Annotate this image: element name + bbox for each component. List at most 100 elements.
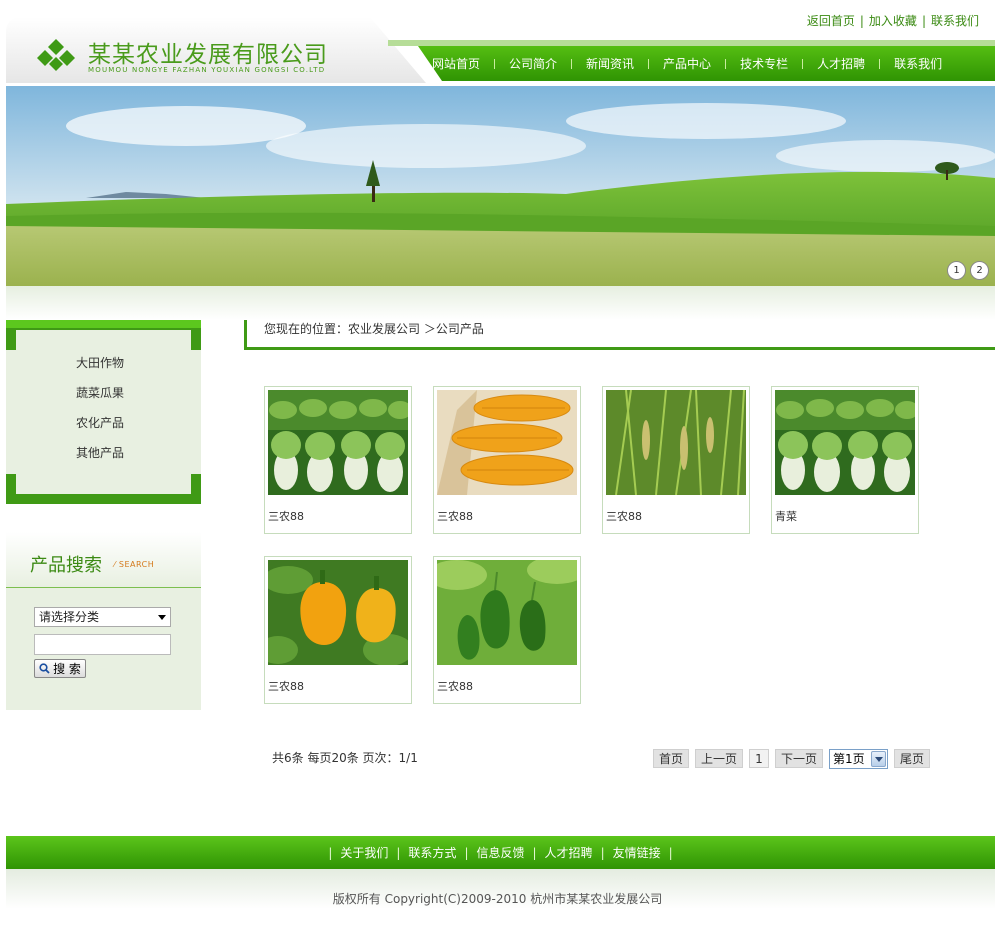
pager-select-value: 第1页 [833,752,865,766]
company-name: 某某农业发展有限公司 [88,42,328,68]
separator: | [668,845,673,860]
footer-link-jobs[interactable]: 人才招聘 [545,844,593,861]
logo[interactable]: 某某农业发展有限公司 MOUMOU NONGYE FAZHAN YOUXIAN … [6,17,426,83]
product-card[interactable]: 三农88 [433,556,581,704]
search-panel-title-en: ⁄ SEARCH [114,560,155,569]
product-image [775,390,915,495]
yellow-pepper-image [268,560,408,665]
green-pepper-image [437,560,577,665]
farmland-banner-image [6,86,995,286]
separator: | [328,845,333,860]
category-item[interactable]: 蔬菜瓜果 [76,384,124,414]
corn-image [437,390,577,495]
footer-link-about[interactable]: 关于我们 [340,844,388,861]
product-name: 三农88 [268,510,304,523]
nav-label: 公司简介 [509,57,558,71]
slide-dot[interactable]: 1 [947,261,966,280]
nav-item-about[interactable]: 公司简介 [509,55,557,72]
top-links: 返回首页 | 加入收藏 | 联系我们 [807,12,979,29]
slide-dot[interactable]: 2 [970,261,989,280]
rice-image [606,390,746,495]
separator: | [921,14,926,28]
footer-link-contact[interactable]: 联系方式 [408,844,456,861]
category-item[interactable]: 大田作物 [76,354,124,384]
product-image [437,560,577,665]
category-list: 大田作物 蔬菜瓜果 农化产品 其他产品 [76,354,124,474]
product-card[interactable]: 三农88 [602,386,750,534]
pager-current-page[interactable]: 1 [749,749,769,768]
product-image [606,390,746,495]
product-search-panel: 产品搜索 ⁄ SEARCH 请选择分类 搜 索 [6,532,201,710]
separator: | [532,845,537,860]
category-select-value: 请选择分类 [39,610,100,624]
keyword-input[interactable] [34,634,171,655]
category-select[interactable]: 请选择分类 [34,607,171,627]
nav-separator [865,58,894,69]
cabbage-image [775,390,915,495]
nav-item-news[interactable]: 新闻资讯 [586,55,634,72]
search-panel-header: 产品搜索 ⁄ SEARCH [6,532,201,588]
search-button[interactable]: 搜 索 [34,659,86,678]
nav-separator [480,58,509,69]
product-name: 三农88 [268,680,304,693]
separator: | [396,845,401,860]
top-link-home[interactable]: 返回首页 [807,14,855,28]
banner[interactable]: 1 2 [6,86,995,286]
cabbage-image [268,390,408,495]
nav-separator [711,58,740,69]
diamond-logo-icon [37,39,75,71]
nav-item-products[interactable]: 产品中心 [663,55,711,72]
product-name: 三农88 [437,680,473,693]
nav-item-tech[interactable]: 技术专栏 [740,55,788,72]
nav-item-jobs[interactable]: 人才招聘 [817,55,865,72]
nav-accent-line [388,40,995,46]
panel-notch [191,350,201,474]
nav-label: 联系我们 [894,57,943,71]
top-link-bookmark[interactable]: 加入收藏 [869,14,917,28]
product-image [437,390,577,495]
nav-separator [557,58,586,69]
banner-shadow-band [6,286,995,320]
nav-label: 技术专栏 [740,57,789,71]
pager-page-select[interactable]: 第1页 [829,749,888,769]
category-item[interactable]: 其他产品 [76,444,124,474]
nav-label: 人才招聘 [817,57,866,71]
pager-first-button[interactable]: 首页 [653,749,689,768]
nav-label: 新闻资讯 [586,57,635,71]
category-panel: 大田作物 蔬菜瓜果 农化产品 其他产品 [6,320,201,504]
top-link-contact[interactable]: 联系我们 [931,14,979,28]
product-card[interactable]: 三农88 [264,556,412,704]
separator: | [600,845,605,860]
nav-label: 产品中心 [663,57,712,71]
panel-accent [6,320,201,328]
pager-last-button[interactable]: 尾页 [894,749,930,768]
footer-nav: | 关于我们 | 联系方式 | 信息反馈 | 人才招聘 | 友情链接 | [6,836,995,869]
product-name: 青菜 [775,510,797,523]
pager-prev-button[interactable]: 上一页 [695,749,743,768]
nav-label: 网站首页 [432,57,481,71]
separator: | [464,845,469,860]
product-image [268,390,408,495]
pager-info: 共6条 每页20条 页次：1/1 [272,751,418,765]
pager-next-button[interactable]: 下一页 [775,749,823,768]
nav-item-contact[interactable]: 联系我们 [894,55,942,72]
separator: | [859,14,864,28]
footer-link-friends[interactable]: 友情链接 [613,844,661,861]
nav-item-home[interactable]: 网站首页 [432,55,480,72]
product-card[interactable]: 三农88 [264,386,412,534]
breadcrumb: 您现在的位置：农业发展公司 ＞公司产品 [264,322,484,336]
slide-dots: 1 2 [947,261,989,280]
nav-separator [634,58,663,69]
product-card[interactable]: 三农88 [433,386,581,534]
category-item[interactable]: 农化产品 [76,414,124,444]
copyright: 版权所有 Copyright(C)2009-2010 杭州市某某农业发展公司 [332,892,663,906]
breadcrumb-underline [244,347,995,350]
footer-link-feedback[interactable]: 信息反馈 [476,844,524,861]
dropdown-arrow-icon [871,751,886,767]
search-button-label: 搜 索 [53,662,81,676]
dropdown-arrow-icon [158,615,166,620]
breadcrumb-accent [244,320,247,350]
product-name: 三农88 [606,510,642,523]
product-name: 三农88 [437,510,473,523]
product-card[interactable]: 青菜 [771,386,919,534]
